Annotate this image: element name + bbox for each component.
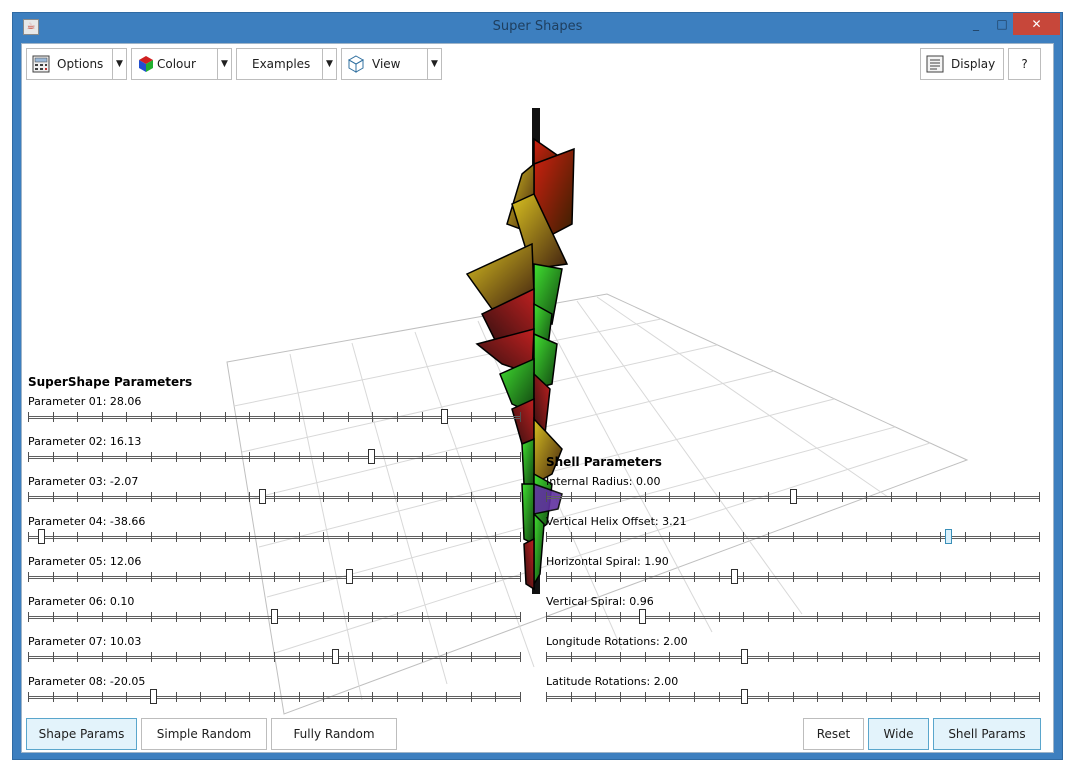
supershape-panel-heading: SuperShape Parameters: [28, 375, 193, 389]
parameter-slider[interactable]: [546, 689, 1040, 705]
options-label: Options: [57, 57, 104, 71]
slider-thumb[interactable]: [368, 449, 375, 464]
parameter-slider[interactable]: [28, 409, 521, 425]
chevron-down-icon[interactable]: ▼: [112, 49, 126, 79]
slider-thumb[interactable]: [332, 649, 339, 664]
shell-params-button[interactable]: Shell Params: [933, 718, 1041, 750]
slider-ticks: [546, 572, 1040, 582]
slider-ticks: [28, 532, 521, 542]
colour-menu-button[interactable]: Colour ▼: [131, 48, 232, 80]
slider-thumb[interactable]: [741, 649, 748, 664]
display-button[interactable]: Display: [920, 48, 1004, 80]
parameter-label: Longitude Rotations: 2.00: [546, 635, 688, 648]
parameter-slider[interactable]: [28, 689, 521, 705]
chevron-down-icon[interactable]: ▼: [427, 49, 441, 79]
slider-thumb[interactable]: [271, 609, 278, 624]
options-menu-button[interactable]: Options ▼: [26, 48, 127, 80]
slider-ticks: [28, 452, 521, 462]
parameter-slider[interactable]: [546, 529, 1040, 545]
view-menu-button[interactable]: View ▼: [341, 48, 442, 80]
parameter-label: Parameter 07: 10.03: [28, 635, 142, 648]
calculator-icon: [32, 55, 50, 73]
parameter-slider[interactable]: [28, 489, 521, 505]
parameter-slider[interactable]: [28, 569, 521, 585]
parameter-label: Vertical Helix Offset: 3.21: [546, 515, 687, 528]
slider-ticks: [28, 652, 521, 662]
parameter-label: Vertical Spiral: 0.96: [546, 595, 654, 608]
slider-thumb[interactable]: [259, 489, 266, 504]
help-label: ?: [1021, 57, 1028, 71]
slider-thumb[interactable]: [441, 409, 448, 424]
parameter-label: Parameter 01: 28.06: [28, 395, 142, 408]
help-button[interactable]: ?: [1008, 48, 1041, 80]
reset-button[interactable]: Reset: [803, 718, 864, 750]
parameter-slider[interactable]: [28, 449, 521, 465]
title-bar[interactable]: ☕ Super Shapes _ □ ✕: [13, 13, 1062, 43]
wireframe-cube-icon: [347, 55, 365, 73]
chevron-down-icon[interactable]: ▼: [217, 49, 231, 79]
shape-params-button[interactable]: Shape Params: [26, 718, 137, 750]
examples-label: Examples: [252, 57, 311, 71]
parameter-slider[interactable]: [546, 489, 1040, 505]
slider-ticks: [546, 652, 1040, 662]
parameter-slider[interactable]: [28, 609, 521, 625]
view-label: View: [372, 57, 401, 71]
parameter-slider[interactable]: [546, 569, 1040, 585]
chevron-down-icon[interactable]: ▼: [322, 49, 336, 79]
parameter-label: Parameter 03: -2.07: [28, 475, 139, 488]
slider-thumb[interactable]: [790, 489, 797, 504]
3d-viewport[interactable]: [22, 44, 1054, 753]
parameter-slider[interactable]: [546, 609, 1040, 625]
maximize-button[interactable]: □: [989, 13, 1015, 35]
parameter-label: Internal Radius: 0.00: [546, 475, 661, 488]
app-window: ☕ Super Shapes _ □ ✕ Options ▼ Colour ▼ …: [12, 12, 1063, 760]
slider-ticks: [546, 532, 1040, 542]
slider-thumb[interactable]: [346, 569, 353, 584]
slider-thumb[interactable]: [945, 529, 952, 544]
minimize-button[interactable]: _: [963, 13, 989, 35]
slider-thumb[interactable]: [38, 529, 45, 544]
slider-ticks: [28, 492, 521, 502]
slider-thumb[interactable]: [741, 689, 748, 704]
shell-panel-heading: Shell Parameters: [546, 455, 662, 469]
display-label: Display: [951, 57, 996, 71]
document-list-icon: [926, 55, 944, 73]
slider-ticks: [546, 612, 1040, 622]
window-title: Super Shapes: [492, 19, 583, 34]
color-cube-icon: [139, 56, 153, 72]
main-panel: Options ▼ Colour ▼ Examples ▼ View ▼ Dis…: [21, 43, 1054, 753]
parameter-label: Parameter 04: -38.66: [28, 515, 146, 528]
colour-label: Colour: [157, 57, 196, 71]
examples-menu-button[interactable]: Examples ▼: [236, 48, 337, 80]
slider-ticks: [546, 692, 1040, 702]
parameter-slider[interactable]: [28, 649, 521, 665]
slider-thumb[interactable]: [731, 569, 738, 584]
parameter-label: Parameter 02: 16.13: [28, 435, 142, 448]
close-button[interactable]: ✕: [1013, 13, 1060, 35]
parameter-slider[interactable]: [546, 649, 1040, 665]
wide-button[interactable]: Wide: [868, 718, 929, 750]
slider-ticks: [28, 572, 521, 582]
fully-random-button[interactable]: Fully Random: [271, 718, 397, 750]
parameter-slider[interactable]: [28, 529, 521, 545]
parameter-label: Parameter 06: 0.10: [28, 595, 135, 608]
slider-thumb[interactable]: [639, 609, 646, 624]
slider-thumb[interactable]: [150, 689, 157, 704]
parameter-label: Parameter 05: 12.06: [28, 555, 142, 568]
slider-ticks: [28, 692, 521, 702]
parameter-label: Parameter 08: -20.05: [28, 675, 146, 688]
parameter-label: Latitude Rotations: 2.00: [546, 675, 679, 688]
simple-random-button[interactable]: Simple Random: [141, 718, 267, 750]
parameter-label: Horizontal Spiral: 1.90: [546, 555, 669, 568]
